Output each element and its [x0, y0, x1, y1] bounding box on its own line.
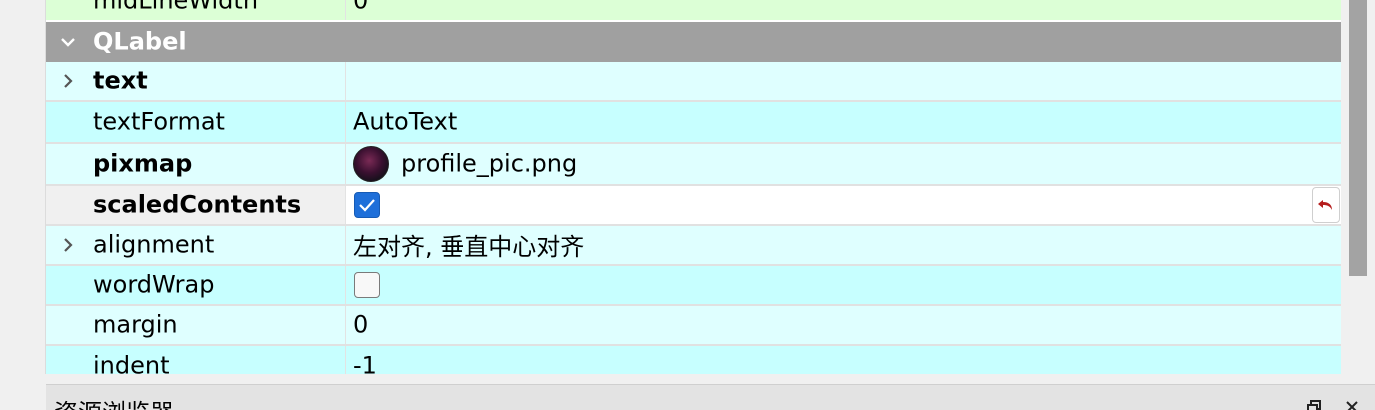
property-name-cell: indent	[46, 346, 346, 374]
reset-arrow-icon	[1318, 200, 1332, 210]
property-name-cell: textFormat	[46, 102, 346, 142]
property-label: midLineWidth	[93, 0, 259, 15]
property-label: pixmap	[93, 149, 193, 178]
chevron-down-icon[interactable]	[56, 30, 80, 54]
property-row-text[interactable]: text	[46, 62, 1341, 102]
float-icon[interactable]	[1302, 393, 1326, 410]
property-value-cell[interactable]	[346, 186, 1341, 224]
vertical-scrollbar[interactable]	[1341, 0, 1375, 374]
property-value: 0	[353, 310, 369, 339]
property-name-cell: scaledContents	[46, 186, 346, 224]
group-header-qlabel[interactable]: QLabel	[46, 22, 1341, 62]
property-value: -1	[353, 351, 377, 374]
reset-button[interactable]	[1312, 187, 1340, 223]
property-value: AutoText	[353, 107, 458, 136]
scaledcontents-checkbox[interactable]	[354, 192, 380, 218]
property-label: margin	[93, 310, 178, 339]
property-row-pixmap[interactable]: pixmap profile_pic.png	[46, 144, 1341, 186]
property-name-cell: pixmap	[46, 144, 346, 184]
property-value-cell[interactable]: 0	[346, 306, 1341, 344]
property-name-cell: wordWrap	[46, 266, 346, 304]
property-label: text	[93, 66, 148, 95]
pixmap-thumbnail	[353, 146, 389, 182]
panel-title: 资源浏览器	[54, 393, 174, 410]
property-row-indent[interactable]: indent -1	[46, 346, 1341, 374]
property-row-wordwrap[interactable]: wordWrap	[46, 266, 1341, 306]
property-row-scaledcontents[interactable]: scaledContents	[46, 186, 1341, 226]
property-value-cell[interactable]: -1	[346, 346, 1341, 374]
chevron-right-icon[interactable]	[56, 69, 80, 93]
property-label: textFormat	[93, 107, 225, 136]
chevron-right-icon[interactable]	[56, 233, 80, 257]
property-name-cell: midLineWidth	[46, 0, 346, 20]
property-value-cell[interactable]: AutoText	[346, 102, 1341, 142]
property-label: alignment	[93, 230, 215, 259]
property-value: profile_pic.png	[401, 149, 578, 178]
close-icon[interactable]	[1340, 393, 1364, 410]
property-name-cell: margin	[46, 306, 346, 344]
property-row-textformat[interactable]: textFormat AutoText	[46, 102, 1341, 144]
property-value-cell[interactable]	[346, 266, 1341, 304]
property-editor: midLineWidth 0 QLabel text textFormat Au…	[46, 0, 1341, 374]
property-row-midlinewidth[interactable]: midLineWidth 0	[46, 0, 1341, 20]
property-value-cell[interactable]	[346, 62, 1341, 100]
property-label: indent	[93, 351, 170, 374]
property-row-alignment[interactable]: alignment 左对齐, 垂直中心对齐	[46, 226, 1341, 266]
group-label: QLabel	[93, 27, 187, 56]
property-value-cell[interactable]: profile_pic.png	[346, 144, 1341, 184]
property-value-cell[interactable]: 左对齐, 垂直中心对齐	[346, 226, 1341, 264]
property-value-cell[interactable]: 0	[346, 0, 1341, 20]
resource-browser-panel: 资源浏览器	[46, 384, 1375, 410]
property-value: 0	[353, 0, 369, 15]
left-gutter	[0, 0, 46, 374]
wordwrap-checkbox[interactable]	[354, 272, 380, 298]
scrollbar-thumb[interactable]	[1349, 0, 1367, 276]
property-label: scaledContents	[93, 190, 302, 219]
property-row-margin[interactable]: margin 0	[46, 306, 1341, 346]
property-name-cell: alignment	[46, 226, 346, 264]
property-label: wordWrap	[93, 270, 215, 299]
panel-splitter[interactable]	[0, 374, 1375, 384]
property-name-cell: text	[46, 62, 346, 100]
property-value: 左对齐, 垂直中心对齐	[353, 232, 585, 261]
